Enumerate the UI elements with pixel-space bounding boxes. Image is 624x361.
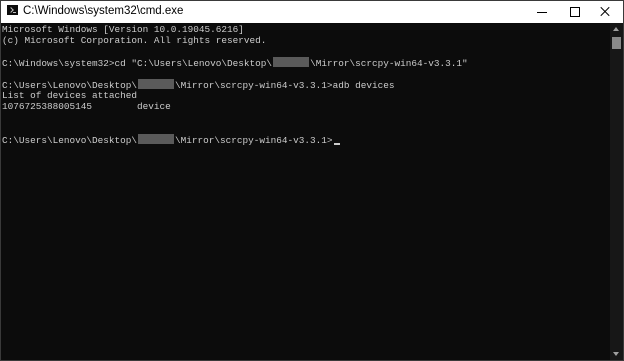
close-button[interactable] <box>586 1 624 23</box>
scroll-down-arrow-icon[interactable] <box>610 347 623 360</box>
window-title: C:\Windows\system32\cmd.exe <box>23 5 184 17</box>
command-text: \Mirror\scrcpy-win64-v3.3.1" <box>310 58 468 69</box>
scroll-thumb[interactable] <box>612 37 621 49</box>
prompt-text: C:\Users\Lenovo\Desktop\ <box>2 135 138 146</box>
prompt-text: \Mirror\scrcpy-win64-v3.3.1> <box>175 80 333 91</box>
redacted-block <box>273 57 310 67</box>
console-line: List of devices attached <box>2 90 138 101</box>
text-cursor <box>333 143 340 145</box>
prompt-text: \Mirror\scrcpy-win64-v3.3.1> <box>175 135 333 146</box>
command-text: adb devices <box>332 80 395 91</box>
cmd-icon <box>7 5 18 15</box>
redacted-block <box>138 79 175 89</box>
console-line: (c) Microsoft Corporation. All rights re… <box>2 35 267 46</box>
title-bar[interactable]: C:\Windows\system32\cmd.exe <box>1 1 623 23</box>
command-text: cd "C:\Users\Lenovo\Desktop\ <box>114 58 273 69</box>
prompt-text: C:\Windows\system32> <box>2 58 115 69</box>
cmd-window: C:\Windows\system32\cmd.exe Microsoft Wi… <box>0 0 624 361</box>
scroll-up-arrow-icon[interactable] <box>610 23 623 36</box>
console-line: C:\Users\Lenovo\Desktop\ \Mirror\scrcpy-w… <box>2 79 609 91</box>
console-output[interactable]: Microsoft Windows [Version 10.0.19045.62… <box>1 23 609 360</box>
console-input-line[interactable]: C:\Users\Lenovo\Desktop\ \Mirror\scrcpy-w… <box>2 134 609 146</box>
device-line: 1076725388005145 device <box>2 101 171 112</box>
console-line: Microsoft Windows [Version 10.0.19045.62… <box>2 24 244 35</box>
redacted-block <box>138 134 175 144</box>
console-line: C:\Windows\system32>cd "C:\Users\Lenovo\… <box>2 57 609 69</box>
vertical-scrollbar[interactable] <box>610 23 623 360</box>
